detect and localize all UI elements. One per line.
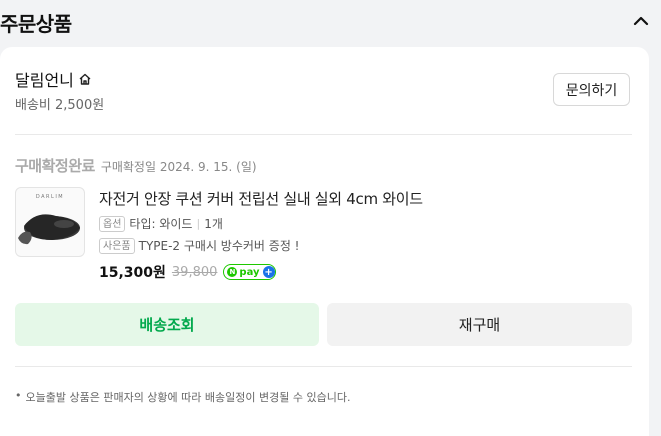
quantity: 1개 <box>204 217 223 231</box>
order-status-line: 구매확정완료 구매확정일 2024. 9. 15. (일) <box>15 155 257 176</box>
home-icon <box>79 73 91 85</box>
option-row: 옵션 타입: 와이드 | 1개 <box>99 215 223 232</box>
npay-label: pay <box>239 266 260 278</box>
inquiry-button[interactable]: 문의하기 <box>553 73 630 106</box>
collapse-button[interactable] <box>630 10 652 32</box>
chevron-up-icon <box>633 16 649 26</box>
notice-text: 오늘출발 상품은 판매자의 상황에 따라 배송일정이 변경될 수 있습니다. <box>25 391 351 404</box>
shipping-notice: • 오늘출발 상품은 판매자의 상황에 따라 배송일정이 변경될 수 있습니다. <box>15 389 350 405</box>
order-status: 구매확정완료 <box>15 157 95 175</box>
option-tag: 옵션 <box>99 215 126 232</box>
npay-plus: + <box>262 266 275 278</box>
store-header[interactable]: 달림언니 <box>15 67 92 91</box>
track-delivery-button[interactable]: 배송조회 <box>15 303 319 346</box>
gift-value: TYPE-2 구매시 방수커버 증정 ! <box>138 239 300 253</box>
product-name[interactable]: 자전거 안장 쿠션 커버 전립선 실내 실외 4cm 와이드 <box>99 188 423 209</box>
option-value: 타입: 와이드 <box>129 217 193 231</box>
npay-badge: N pay + <box>223 264 276 280</box>
product-thumbnail[interactable]: DARLIM <box>15 187 85 257</box>
store-name[interactable]: 달림언니 <box>15 67 74 91</box>
saddle-cover-image: DARLIM <box>18 194 80 245</box>
price-row: 15,300원 39,800 N pay + <box>99 262 276 282</box>
sale-price: 15,300원 <box>99 265 166 281</box>
notice-bullet: • <box>15 389 22 402</box>
section-title: 주문상품 <box>0 12 72 36</box>
divider <box>15 366 632 367</box>
order-product-card: 달림언니 배송비 2,500원 문의하기 구매확정완료 구매확정일 2024. … <box>0 47 649 436</box>
divider <box>15 134 632 135</box>
gift-tag: 사은품 <box>99 237 135 254</box>
reorder-button[interactable]: 재구매 <box>327 303 632 346</box>
confirm-date: 구매확정일 2024. 9. 15. (일) <box>100 160 257 174</box>
original-price: 39,800 <box>171 264 218 280</box>
naver-n-icon: N <box>227 267 238 277</box>
thumb-brand: DARLIM <box>36 194 64 200</box>
gift-row: 사은품 TYPE-2 구매시 방수커버 증정 ! <box>99 237 299 254</box>
shipping-fee: 배송비 2,500원 <box>15 98 105 113</box>
separator: | <box>196 217 201 230</box>
